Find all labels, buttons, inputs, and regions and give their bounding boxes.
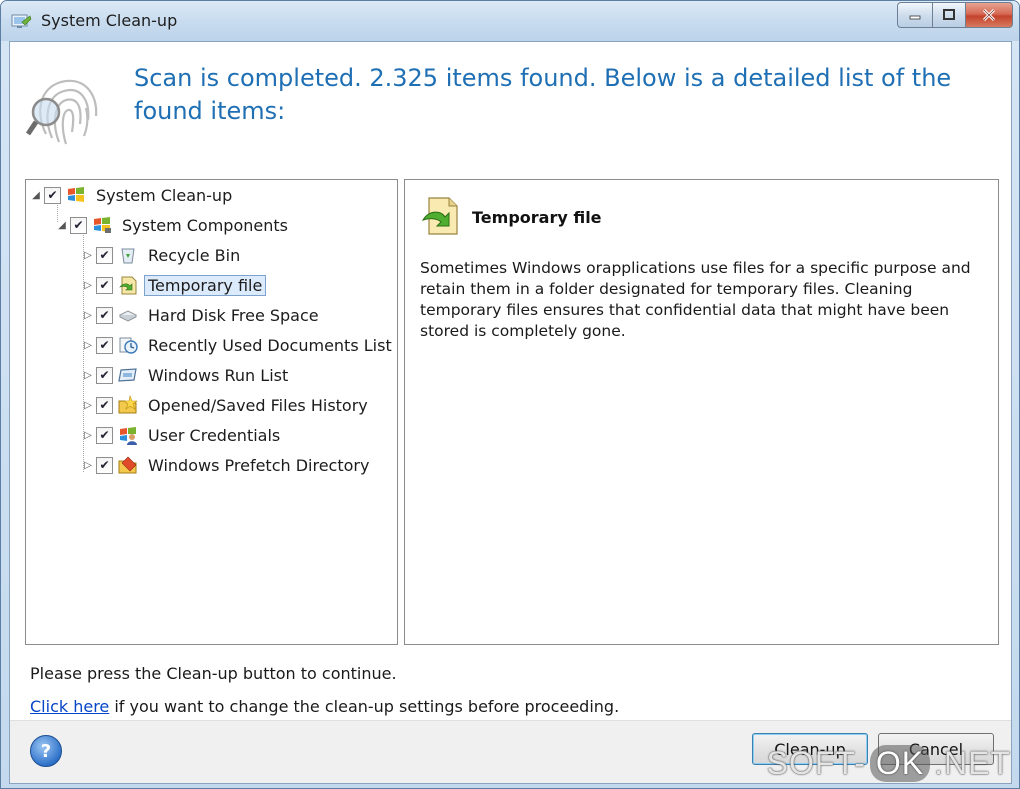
scan-result-heading: Scan is completed. 2.325 items found. Be… <box>134 64 952 125</box>
detail-description: Sometimes Windows orapplications use fil… <box>420 259 971 340</box>
maximize-button[interactable] <box>933 2 966 28</box>
tree-label: Windows Prefetch Directory <box>148 455 370 475</box>
detail-title: Temporary file <box>472 208 602 227</box>
tree-item-temporary-file[interactable]: ▷ ✔ Temporary file <box>82 272 267 298</box>
tree-label: User Credentials <box>148 425 281 445</box>
recent-documents-icon <box>119 337 138 354</box>
tree-node-root[interactable]: ◢ ✔ System Clean-up <box>30 182 236 208</box>
expand-arrow-icon[interactable]: ▷ <box>82 400 94 411</box>
tree-item-recycle-bin[interactable]: ▷ ✔ Recycle Bin <box>82 242 244 268</box>
close-icon <box>982 8 996 22</box>
checkbox[interactable]: ✔ <box>70 216 87 234</box>
temporary-file-icon <box>119 276 137 295</box>
tree-label: Windows Run List <box>148 365 289 385</box>
close-button[interactable] <box>966 2 1013 28</box>
tree-label: System Components <box>122 215 288 235</box>
tree-item-recent-documents[interactable]: ▷ ✔ Recently Used Documents List <box>82 332 396 358</box>
watermark-left: SOFT- <box>766 745 866 781</box>
temporary-file-icon <box>421 197 458 235</box>
window-controls <box>897 2 1013 28</box>
tree-item-windows-prefetch-directory[interactable]: ▷ ✔ Windows Prefetch Directory <box>82 452 373 478</box>
checkbox[interactable]: ✔ <box>96 396 113 414</box>
windows-logo-icon <box>68 187 84 202</box>
checkbox[interactable]: ✔ <box>96 366 113 384</box>
expand-arrow-icon[interactable]: ▷ <box>82 250 94 261</box>
checkbox[interactable]: ✔ <box>96 426 113 444</box>
change-settings-link[interactable]: Click here <box>30 697 109 716</box>
minimize-icon <box>909 15 921 20</box>
tree-label: Hard Disk Free Space <box>148 305 319 325</box>
instruction-text: Please press the Clean-up button to cont… <box>30 664 397 683</box>
user-credentials-icon <box>120 427 137 445</box>
prefetch-directory-icon <box>118 456 137 474</box>
help-icon[interactable]: ? <box>30 735 62 767</box>
watermark-mid: OK <box>869 745 931 782</box>
folder-history-icon <box>118 394 138 414</box>
run-list-icon <box>118 368 137 382</box>
collapse-arrow-icon[interactable]: ◢ <box>56 220 68 231</box>
system-cleanup-window: System Clean-up Scan is completed. 2.325… <box>0 0 1020 789</box>
expand-arrow-icon[interactable]: ▷ <box>82 430 94 441</box>
windows-logo-icon <box>94 217 111 233</box>
fingerprint-magnifier-icon <box>26 79 98 145</box>
tree-node-system-components[interactable]: ◢ ✔ System Components <box>56 212 292 238</box>
checkbox[interactable]: ✔ <box>96 276 113 294</box>
tree-item-user-credentials[interactable]: ▷ ✔ User Credentials <box>82 422 284 448</box>
settings-link-suffix: if you want to change the clean-up setti… <box>109 697 620 716</box>
collapse-arrow-icon[interactable]: ◢ <box>30 190 42 201</box>
tree-label: Recycle Bin <box>148 245 241 265</box>
checkbox[interactable]: ✔ <box>96 336 113 354</box>
expand-arrow-icon[interactable]: ▷ <box>82 370 94 381</box>
watermark-right: .NET <box>934 745 1011 781</box>
watermark: SOFT- OK .NET <box>767 745 1011 782</box>
window-title: System Clean-up <box>41 11 178 30</box>
checkbox[interactable]: ✔ <box>96 246 113 264</box>
item-detail-panel: Temporary file Sometimes Windows orappli… <box>404 179 999 645</box>
cleanup-tree: ◢ ✔ System Clean-up ◢ ✔ System Component… <box>25 179 398 645</box>
expand-arrow-icon[interactable]: ▷ <box>82 340 94 351</box>
tree-label-selected: Temporary file <box>144 274 267 296</box>
tree-item-windows-run-list[interactable]: ▷ ✔ Windows Run List <box>82 362 292 388</box>
tree-item-hard-disk-free-space[interactable]: ▷ ✔ Hard Disk Free Space <box>82 302 323 328</box>
minimize-button[interactable] <box>897 2 933 28</box>
checkbox[interactable]: ✔ <box>96 456 113 474</box>
recycle-bin-icon <box>121 248 135 264</box>
checkbox[interactable]: ✔ <box>96 306 113 324</box>
expand-arrow-icon[interactable]: ▷ <box>82 460 94 471</box>
app-icon <box>11 14 32 28</box>
tree-label: System Clean-up <box>96 185 233 205</box>
hard-disk-icon <box>118 310 138 322</box>
expand-arrow-icon[interactable]: ▷ <box>82 280 94 291</box>
maximize-icon <box>943 9 955 20</box>
tree-label: Opened/Saved Files History <box>148 395 368 415</box>
settings-link-line: Click here if you want to change the cle… <box>30 697 619 716</box>
expand-arrow-icon[interactable]: ▷ <box>82 310 94 321</box>
tree-item-opened-saved-files-history[interactable]: ▷ ✔ Opened/Saved Files History <box>82 392 372 418</box>
dialog-content: Scan is completed. 2.325 items found. Be… <box>9 41 1012 784</box>
title-bar[interactable]: System Clean-up <box>1 1 1019 41</box>
tree-label: Recently Used Documents List <box>148 335 392 355</box>
checkbox[interactable]: ✔ <box>44 186 61 204</box>
